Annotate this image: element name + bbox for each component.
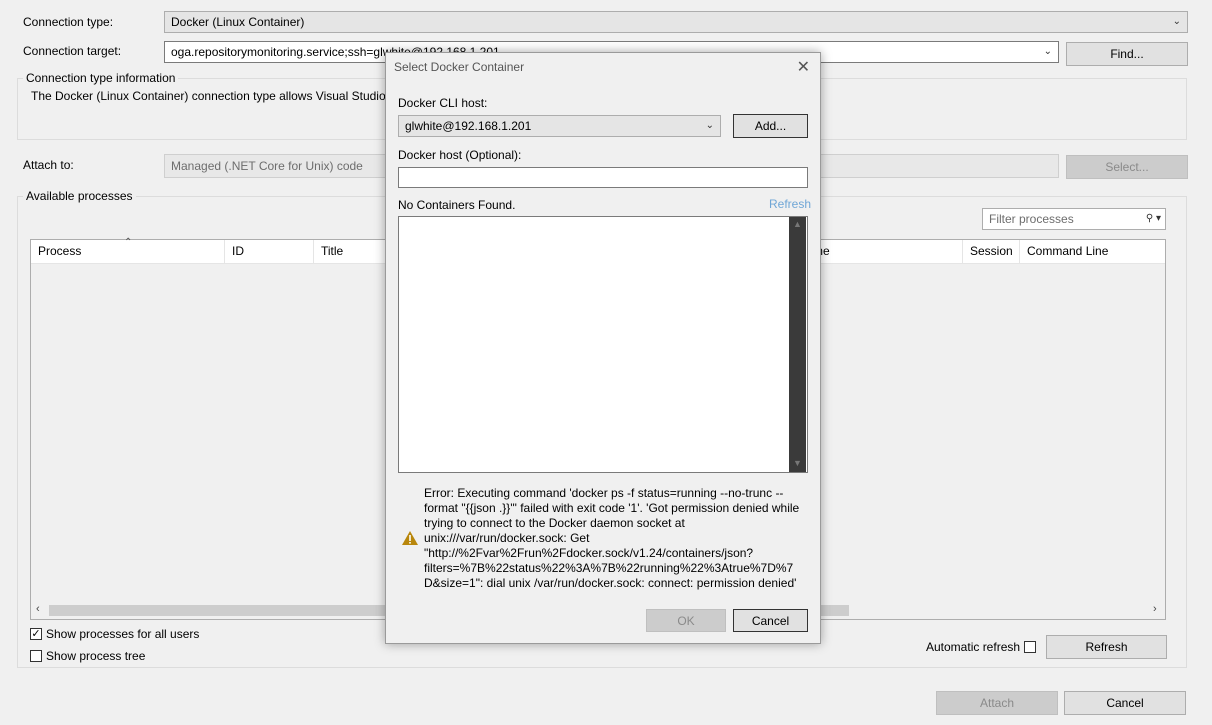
column-header-session[interactable]: Session [963, 240, 1020, 263]
column-header-title[interactable]: Title [314, 240, 394, 263]
column-header-name[interactable]: me [813, 240, 963, 263]
close-icon[interactable]: ✕ [797, 57, 810, 77]
chevron-down-icon: ⌄ [705, 120, 714, 131]
vertical-scrollbar[interactable]: ▲ ▼ [789, 217, 806, 472]
connection-target-label: Connection target: [23, 44, 122, 58]
chevron-down-icon: ⌄ [1172, 16, 1181, 27]
select-code-type-button[interactable]: Select... [1066, 155, 1188, 179]
dialog-cancel-button[interactable]: Cancel [733, 609, 808, 632]
connection-type-value: Docker (Linux Container) [171, 15, 305, 29]
column-label: Command Line [1027, 244, 1109, 258]
find-button[interactable]: Find... [1066, 42, 1188, 66]
docker-host-input[interactable] [398, 167, 808, 188]
attach-button[interactable]: Attach [936, 691, 1058, 715]
container-list[interactable]: ▲ ▼ [398, 216, 808, 473]
column-label: Session [970, 244, 1013, 258]
column-header-command-line[interactable]: Command Line [1020, 240, 1165, 263]
cancel-button[interactable]: Cancel [1064, 691, 1186, 715]
scroll-up-icon[interactable]: ▲ [793, 219, 802, 229]
filter-processes-input[interactable]: Filter processes ⚲ ▾ [982, 208, 1166, 230]
sort-ascending-icon: ⌃ [124, 237, 133, 248]
docker-host-label: Docker host (Optional): [398, 148, 522, 162]
docker-cli-host-label: Docker CLI host: [398, 96, 488, 110]
column-label: ID [232, 244, 244, 258]
add-host-button[interactable]: Add... [733, 114, 808, 138]
filter-processes-placeholder: Filter processes [989, 212, 1074, 226]
ok-button[interactable]: OK [646, 609, 726, 632]
available-processes-title: Available processes [23, 189, 136, 203]
automatic-refresh-checkbox[interactable] [1024, 641, 1036, 653]
scroll-down-icon[interactable]: ▼ [793, 458, 802, 468]
select-docker-container-dialog: Select Docker Container ✕ Docker CLI hos… [385, 52, 821, 644]
automatic-refresh-label: Automatic refresh [926, 640, 1021, 654]
attach-to-label: Attach to: [23, 158, 74, 172]
attach-to-value: Managed (.NET Core for Unix) code [171, 159, 363, 173]
column-header-process[interactable]: Process ⌃ [31, 237, 225, 263]
search-icon[interactable]: ⚲ ▾ [1146, 209, 1161, 229]
connection-type-label: Connection type: [23, 15, 114, 29]
show-process-tree-label: Show process tree [46, 649, 146, 663]
scroll-right-icon[interactable]: › [1153, 603, 1157, 615]
error-message: Error: Executing command 'docker ps -f s… [424, 486, 800, 590]
column-label: Title [321, 244, 344, 258]
warning-icon [402, 531, 418, 545]
refresh-containers-link[interactable]: Refresh [769, 197, 811, 211]
show-all-users-checkbox[interactable]: ✓ [30, 628, 42, 640]
connection-type-dropdown[interactable]: Docker (Linux Container) ⌄ [164, 11, 1188, 33]
connection-info-title: Connection type information [23, 71, 179, 85]
docker-cli-host-value: glwhite@192.168.1.201 [405, 119, 532, 133]
chevron-down-icon[interactable]: ⌄ [1044, 42, 1052, 62]
refresh-processes-button[interactable]: Refresh [1046, 635, 1167, 659]
no-containers-label: No Containers Found. [398, 198, 516, 212]
scroll-left-icon[interactable]: ‹ [36, 603, 40, 615]
show-all-users-label: Show processes for all users [46, 627, 200, 641]
connection-info-text: The Docker (Linux Container) connection … [31, 89, 393, 103]
column-header-id[interactable]: ID [225, 240, 314, 263]
dialog-title: Select Docker Container [394, 60, 525, 74]
show-process-tree-checkbox[interactable] [30, 650, 42, 662]
column-label: Process [38, 244, 82, 258]
docker-cli-host-dropdown[interactable]: glwhite@192.168.1.201 ⌄ [398, 115, 721, 137]
